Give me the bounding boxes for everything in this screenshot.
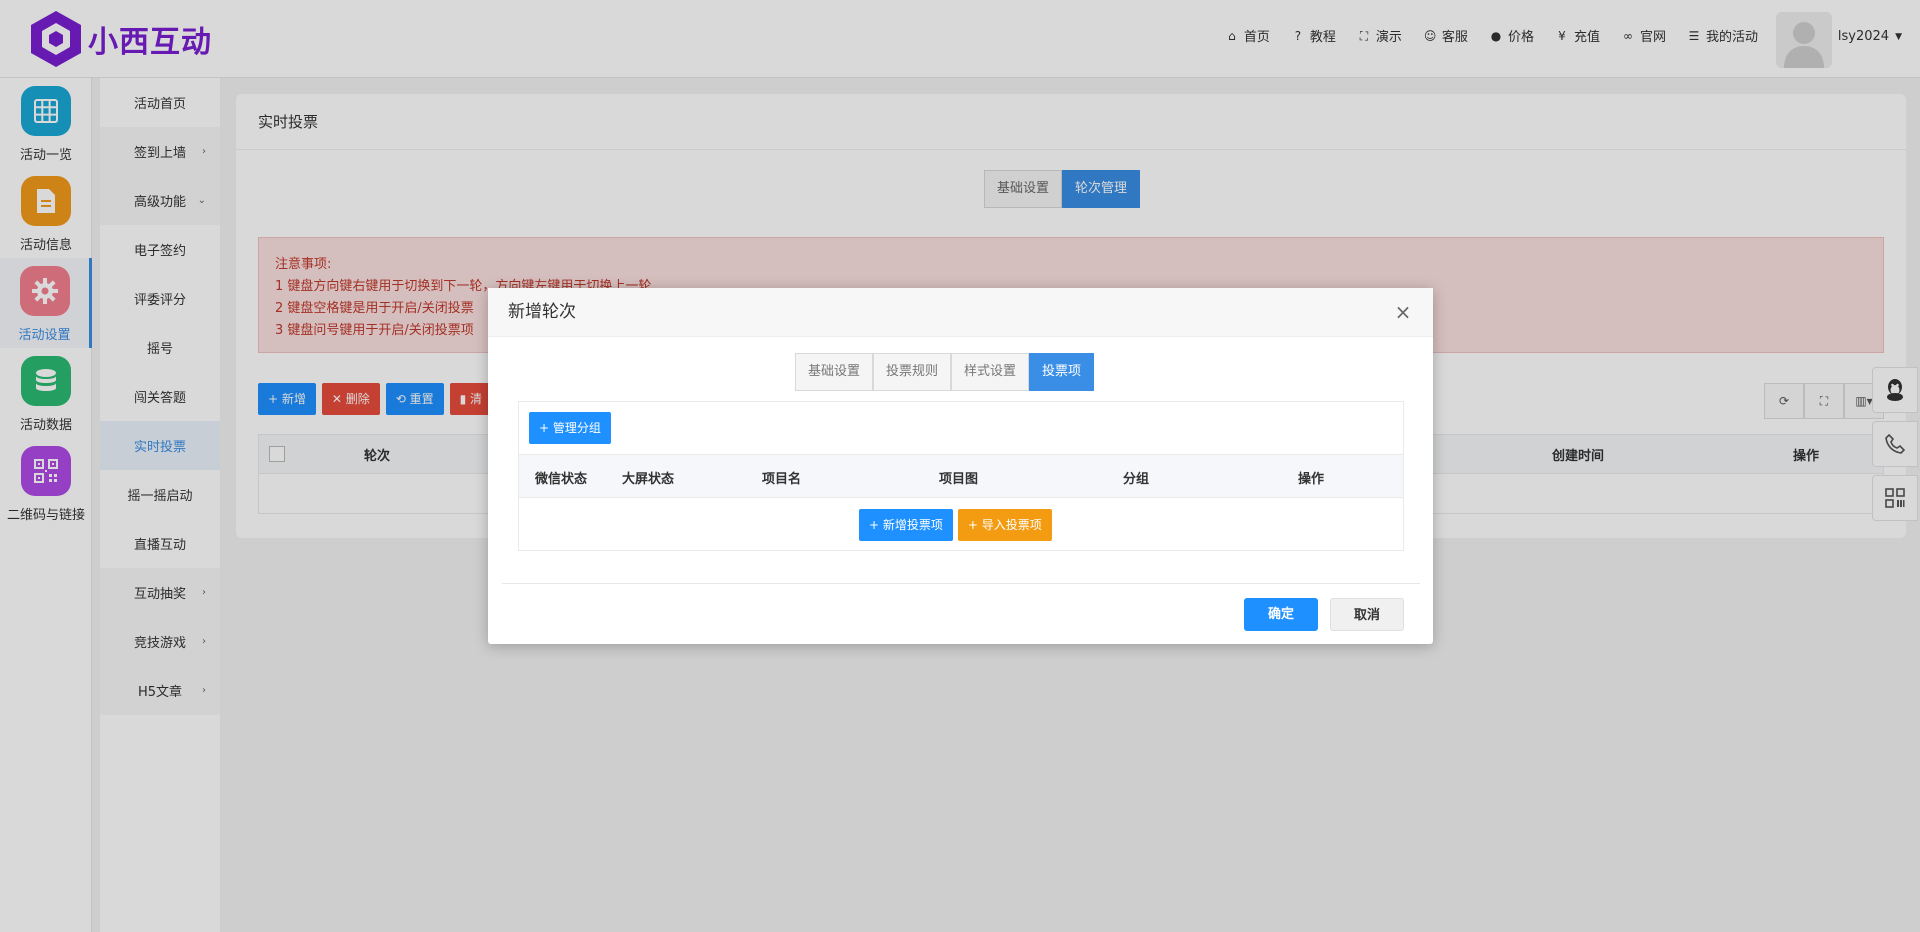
dialog-title: 新增轮次	[488, 288, 1433, 337]
tab-style-settings[interactable]: 样式设置	[951, 353, 1030, 391]
col-item-image: 项目图	[939, 472, 979, 487]
add-vote-item-button[interactable]: + 新增投票项	[859, 509, 953, 541]
col-wechat-status: 微信状态	[535, 472, 588, 487]
confirm-button[interactable]: 确定	[1244, 598, 1318, 631]
tab-vote-rules[interactable]: 投票规则	[873, 353, 952, 391]
manage-group-button[interactable]: + 管理分组	[529, 412, 611, 444]
vote-items-panel: + 管理分组 微信状态 大屏状态 项目名 项目图 分组 操作 + 新增投票项 +…	[518, 401, 1404, 551]
col-group: 分组	[1123, 472, 1150, 487]
tab-basic-settings[interactable]: 基础设置	[795, 353, 874, 391]
col-action: 操作	[1298, 472, 1325, 487]
close-icon[interactable]: ×	[1391, 300, 1415, 324]
new-round-dialog: 新增轮次 × 基础设置 投票规则 样式设置 投票项 + 管理分组 微信状态 大屏…	[488, 288, 1433, 644]
dialog-tabs: 基础设置 投票规则 样式设置 投票项	[795, 353, 1095, 391]
col-item-name: 项目名	[762, 472, 802, 487]
import-vote-item-button[interactable]: + 导入投票项	[957, 509, 1052, 541]
vote-items-table-header: 微信状态 大屏状态 项目名 项目图 分组 操作	[519, 454, 1403, 498]
vote-item-actions: + 新增投票项 + 导入投票项	[859, 509, 1052, 541]
tab-vote-items[interactable]: 投票项	[1029, 353, 1095, 391]
cancel-button[interactable]: 取消	[1330, 598, 1404, 631]
col-screen-status: 大屏状态	[622, 472, 675, 487]
dialog-divider	[502, 583, 1420, 584]
